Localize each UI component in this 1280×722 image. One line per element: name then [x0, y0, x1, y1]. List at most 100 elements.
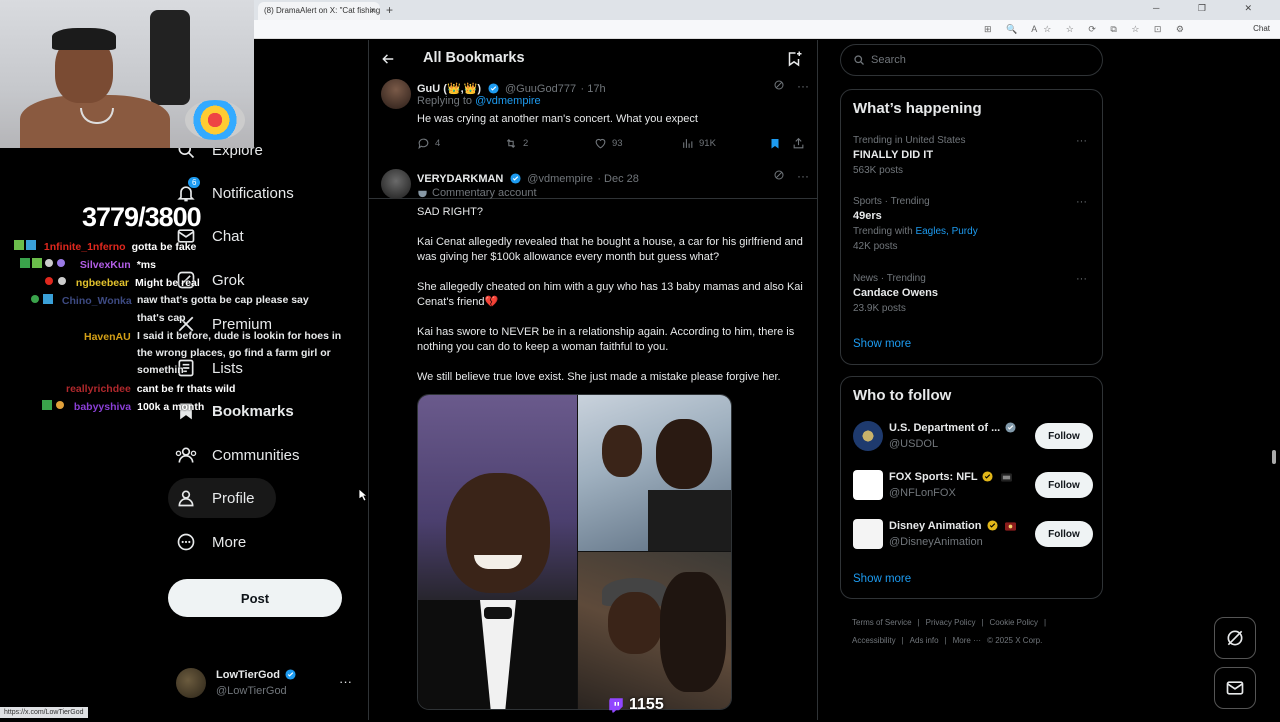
avatar[interactable] [381, 79, 411, 109]
grok-analyze-icon[interactable] [773, 79, 785, 93]
tweet-author-handle[interactable]: @GuuGod777 [505, 83, 576, 95]
account-more-icon[interactable]: ··· [339, 674, 352, 689]
views-icon [683, 139, 693, 148]
footer-accessibility[interactable]: Accessibility [852, 636, 896, 645]
trend-item[interactable]: News · Trending Candace Owens 23.9K post… [853, 273, 1093, 314]
notification-badge: 6 [188, 177, 201, 188]
chat-message: Chino_Wonka [30, 292, 132, 310]
chat-badges-icon [20, 258, 74, 268]
card-title: Who to follow [853, 387, 952, 404]
avatar[interactable] [853, 421, 883, 451]
tab-close-icon[interactable]: × [370, 6, 375, 15]
replying-to-link[interactable]: @vdmempire [475, 95, 541, 107]
follow-suggestion[interactable]: Disney Animation @DisneyAnimation Follow [853, 517, 1093, 553]
footer-ads[interactable]: Ads info [910, 636, 939, 645]
chat-user: SilvexKun [79, 259, 131, 271]
footer-sep: | [917, 618, 920, 627]
tweet-author-name[interactable]: VERYDARKMAN [417, 173, 503, 185]
views-button[interactable]: 91K [681, 137, 716, 150]
trend-more-icon[interactable]: ··· [1076, 196, 1087, 208]
bookmark-button[interactable] [769, 137, 786, 150]
footer-cookie[interactable]: Cookie Policy [990, 618, 1038, 627]
suggestion-handle: @DisneyAnimation [889, 536, 983, 548]
tweet-author-name[interactable]: GuU (👑,👑) [417, 83, 481, 95]
chat-text: *ms [136, 259, 156, 271]
share-button[interactable] [792, 137, 810, 150]
media-photo[interactable] [418, 395, 577, 709]
suggestion-name-row: U.S. Department of ... [889, 422, 1018, 434]
follow-suggestion[interactable]: U.S. Department of ... @USDOL Follow [853, 419, 1093, 455]
tweet-time[interactable]: · 17h [581, 83, 606, 95]
commentary-text: Commentary account [432, 187, 537, 199]
tweet-text-p1: SAD RIGHT? [417, 206, 484, 218]
chat-text: I said it before, dude is lookin for hoe… [137, 330, 342, 376]
reply-button[interactable]: 4 [417, 137, 440, 150]
nav-label: Bookmarks [212, 402, 294, 420]
tweet-author-handle[interactable]: @vdmempire [527, 173, 593, 185]
verified-badge-icon [285, 669, 296, 680]
footer-more[interactable]: More ··· [953, 636, 981, 645]
media-photo[interactable] [578, 552, 731, 709]
nav-more[interactable]: More [172, 522, 246, 562]
footer-terms[interactable]: Terms of Service [852, 618, 912, 627]
show-more-link[interactable]: Show more [853, 338, 911, 350]
follow-button[interactable]: Follow [1035, 472, 1093, 498]
trend-more-icon[interactable]: ··· [1076, 135, 1087, 147]
tweet-more-icon[interactable]: ··· [797, 169, 809, 183]
browser-tab[interactable]: (8) DramaAlert on X: "Cat fishing i × [258, 2, 380, 20]
browser-chat-button[interactable]: Chat [1253, 24, 1270, 33]
more-circle-icon [172, 532, 200, 552]
follow-suggestion[interactable]: FOX Sports: NFL @NFLonFOX Follow [853, 468, 1093, 504]
chat-user: HavenAU [84, 331, 131, 343]
nav-communities[interactable]: Communities [172, 435, 300, 475]
tweet-top-actions: ··· [773, 79, 809, 93]
reply-icon [418, 138, 429, 150]
tweet-time[interactable]: · Dec 28 [597, 173, 639, 185]
scrollbar-thumb[interactable] [1272, 450, 1276, 464]
nav-label: Chat [212, 227, 244, 245]
suggestion-name-row: FOX Sports: NFL [889, 471, 1014, 483]
tweet-text: He was crying at another man's concert. … [417, 113, 698, 125]
grok-analyze-icon[interactable] [773, 169, 785, 183]
replying-to: Replying to @vdmempire [417, 95, 541, 107]
grok-floating-button[interactable] [1214, 617, 1256, 659]
verified-gray-badge-icon [1005, 422, 1016, 433]
share-icon [793, 137, 804, 149]
avatar[interactable] [381, 169, 411, 199]
messages-floating-button[interactable] [1214, 667, 1256, 709]
tweet-media-grid[interactable] [417, 394, 732, 710]
footer-sep: | [944, 636, 947, 645]
trend-with-links[interactable]: Eagles, Purdy [915, 226, 977, 237]
address-bar[interactable]: ⊞ 🔍 A☆ ☆ ⟳ ⧉ ☆ ⊡ ⚙ Chat [254, 20, 1280, 39]
post-button[interactable]: Post [168, 579, 342, 617]
avatar[interactable] [853, 519, 883, 549]
browser-toolbar-icons[interactable]: ⊞ 🔍 A☆ ☆ ⟳ ⧉ ☆ ⊡ ⚙ [984, 24, 1190, 35]
follow-button[interactable]: Follow [1035, 521, 1093, 547]
nav-profile[interactable]: Profile [168, 478, 276, 518]
trend-item[interactable]: Sports · Trending 49ers Trending with Ea… [853, 196, 1093, 252]
media-photo[interactable] [578, 395, 731, 551]
add-bookmark-folder-icon[interactable] [785, 50, 803, 68]
follow-button[interactable]: Follow [1035, 423, 1093, 449]
tweet-more-icon[interactable]: ··· [797, 79, 809, 93]
affiliate-badge-icon [1004, 522, 1016, 531]
show-more-link[interactable]: Show more [853, 573, 911, 585]
retweet-button[interactable]: 2 [504, 137, 528, 150]
search-input[interactable]: Search [840, 44, 1103, 76]
heart-icon [595, 138, 606, 149]
account-switcher[interactable]: LowTierGod @LowTierGod ··· [176, 668, 356, 702]
window-controls[interactable]: ─ ❐ ✕ [1153, 3, 1270, 14]
chat-message: SilvexKun *ms [20, 256, 156, 274]
suggestion-handle: @NFLonFOX [889, 487, 956, 499]
avatar[interactable] [853, 470, 883, 500]
grok-icon [1227, 630, 1243, 646]
page-scrollbar[interactable] [1270, 40, 1278, 716]
mouse-cursor-icon [358, 488, 368, 502]
like-button[interactable]: 93 [594, 137, 623, 150]
chat-message: babyyshiva 100k a month [42, 398, 204, 416]
trend-more-icon[interactable]: ··· [1076, 273, 1087, 285]
back-arrow-icon[interactable] [381, 52, 395, 66]
trend-item[interactable]: Trending in United States FINALLY DID IT… [853, 135, 1093, 176]
new-tab-button[interactable]: + [386, 3, 393, 17]
footer-privacy[interactable]: Privacy Policy [926, 618, 976, 627]
